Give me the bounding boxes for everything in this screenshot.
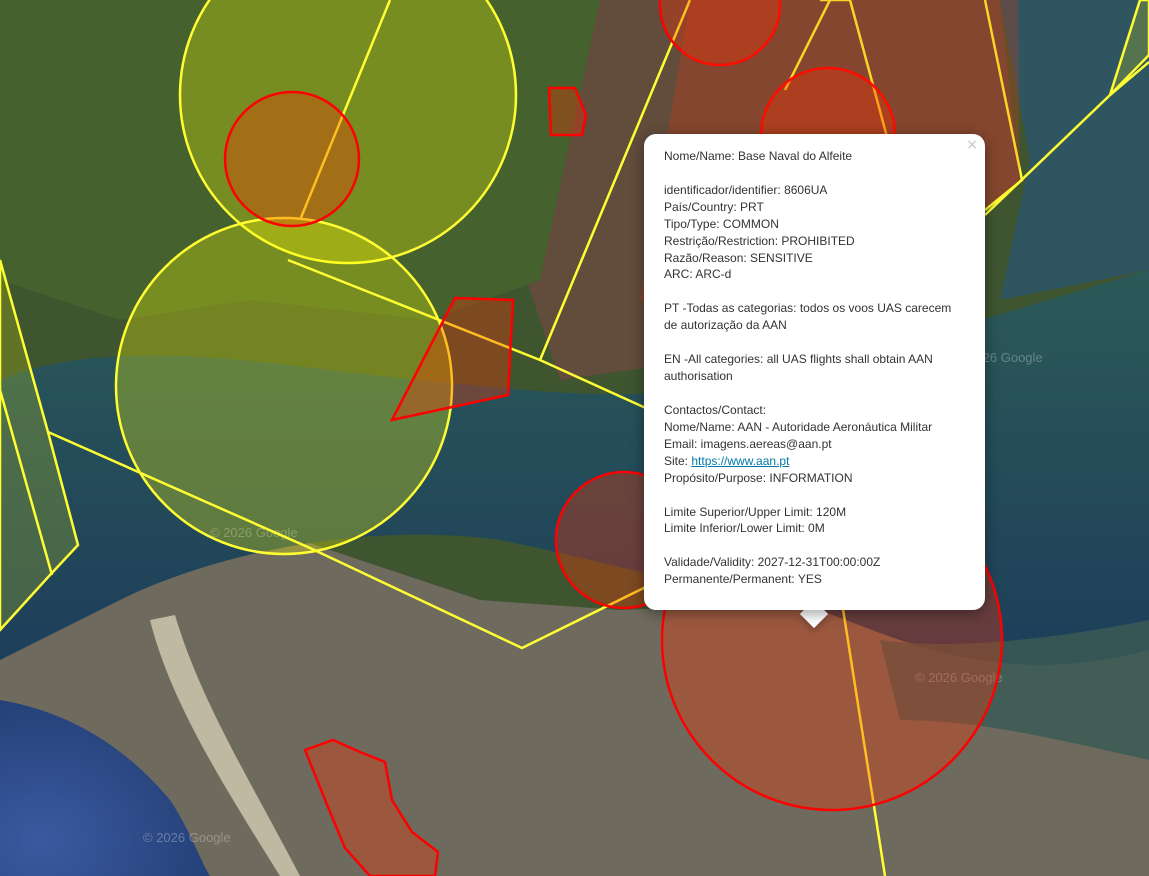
site-link[interactable]: https://www.aan.pt: [691, 454, 789, 468]
zone-purpose: Propósito/Purpose: INFORMATION: [664, 470, 853, 485]
zone-en-text: EN -All categories: all UAS flights shal…: [664, 352, 933, 384]
zone-country: País/Country: PRT: [664, 199, 764, 214]
zone-info-popup: × Nome/Name: Base Naval do Alfeite ident…: [644, 134, 985, 610]
zone-name: Nome/Name: Base Naval do Alfeite: [664, 149, 853, 163]
zone-validity: Validade/Validity: 2027-12-31T00:00:00Z: [664, 555, 881, 570]
zone-restriction: Restrição/Restriction: PROHIBITED: [664, 233, 855, 248]
lower-limit: Limite Inferior/Lower Limit: 0M: [664, 521, 825, 536]
map-watermark: © 2026 Google: [143, 830, 231, 845]
contact-email: Email: imagens.aereas@aan.pt: [664, 436, 832, 451]
zone-identifier: identificador/identifier: 8606UA: [664, 182, 828, 197]
contact-site: Site: https://www.aan.pt: [664, 453, 965, 470]
zone-reason: Razão/Reason: SENSITIVE: [664, 250, 813, 265]
close-icon[interactable]: ×: [966, 137, 978, 154]
contacts-header: Contactos/Contact:: [664, 402, 767, 417]
zone-arc: ARC: ARC-d: [664, 267, 732, 282]
zone-pt-text: PT -Todas as categorias: todos os voos U…: [664, 301, 952, 333]
restricted-zone-circle[interactable]: [114, 216, 454, 556]
upper-limit: Limite Superior/Upper Limit: 120M: [664, 504, 847, 519]
prohibited-zone-circle[interactable]: [223, 90, 361, 228]
zone-permanent: Permanente/Permanent: YES: [664, 572, 822, 587]
zone-type: Tipo/Type: COMMON: [664, 216, 779, 231]
contact-name: Nome/Name: AAN - Autoridade Aeronáutica …: [664, 419, 933, 434]
site-label: Site:: [664, 453, 692, 468]
